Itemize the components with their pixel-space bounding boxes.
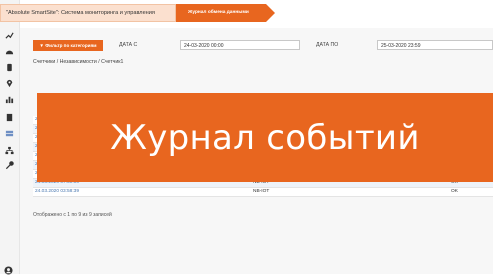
banner-title: Журнал событий (110, 117, 420, 158)
table-footer-info: Отображено с 1 по 9 из 9 записей (33, 212, 112, 218)
book-icon[interactable] (4, 112, 15, 123)
sidebar (0, 0, 20, 275)
wrench-icon[interactable] (4, 160, 15, 171)
user-circle-icon[interactable] (4, 262, 15, 275)
event-time: 24.03.2020 03:58:39 (35, 189, 80, 194)
device-path: Счетчики / Независимости / Счетчик1 (33, 59, 124, 65)
date-from-label: ДАТА С (119, 42, 138, 48)
sitemap-icon[interactable] (4, 145, 15, 156)
bar-chart-icon[interactable] (4, 94, 15, 105)
breadcrumb-current[interactable]: Журнал обмена данными (176, 4, 275, 22)
table-row[interactable]: 24.03.2020 03:58:39 NB-IOT OK (33, 188, 493, 197)
grid-icon[interactable] (4, 128, 15, 139)
event-status: OK (451, 189, 458, 194)
date-to-label: ДАТА ПО (316, 42, 339, 48)
chart-line-icon[interactable] (4, 30, 15, 41)
event-type: NB-IOT (253, 189, 270, 194)
map-marker-icon[interactable] (4, 78, 15, 89)
breadcrumb-app-title[interactable]: "Absolute SmartSite": Система мониторинг… (0, 4, 176, 22)
title-banner: Журнал событий (37, 93, 493, 182)
date-to-input[interactable]: 25-03-2020 23:59 (377, 40, 493, 50)
battery-icon[interactable] (4, 62, 15, 73)
filter-categories-button[interactable]: ▼ Фильтр по категориям (33, 40, 103, 51)
breadcrumb: "Absolute SmartSite": Система мониторинг… (0, 0, 493, 24)
date-from-input[interactable]: 24-03-2020 00:00 (180, 40, 300, 50)
dashboard-icon[interactable] (4, 46, 15, 57)
